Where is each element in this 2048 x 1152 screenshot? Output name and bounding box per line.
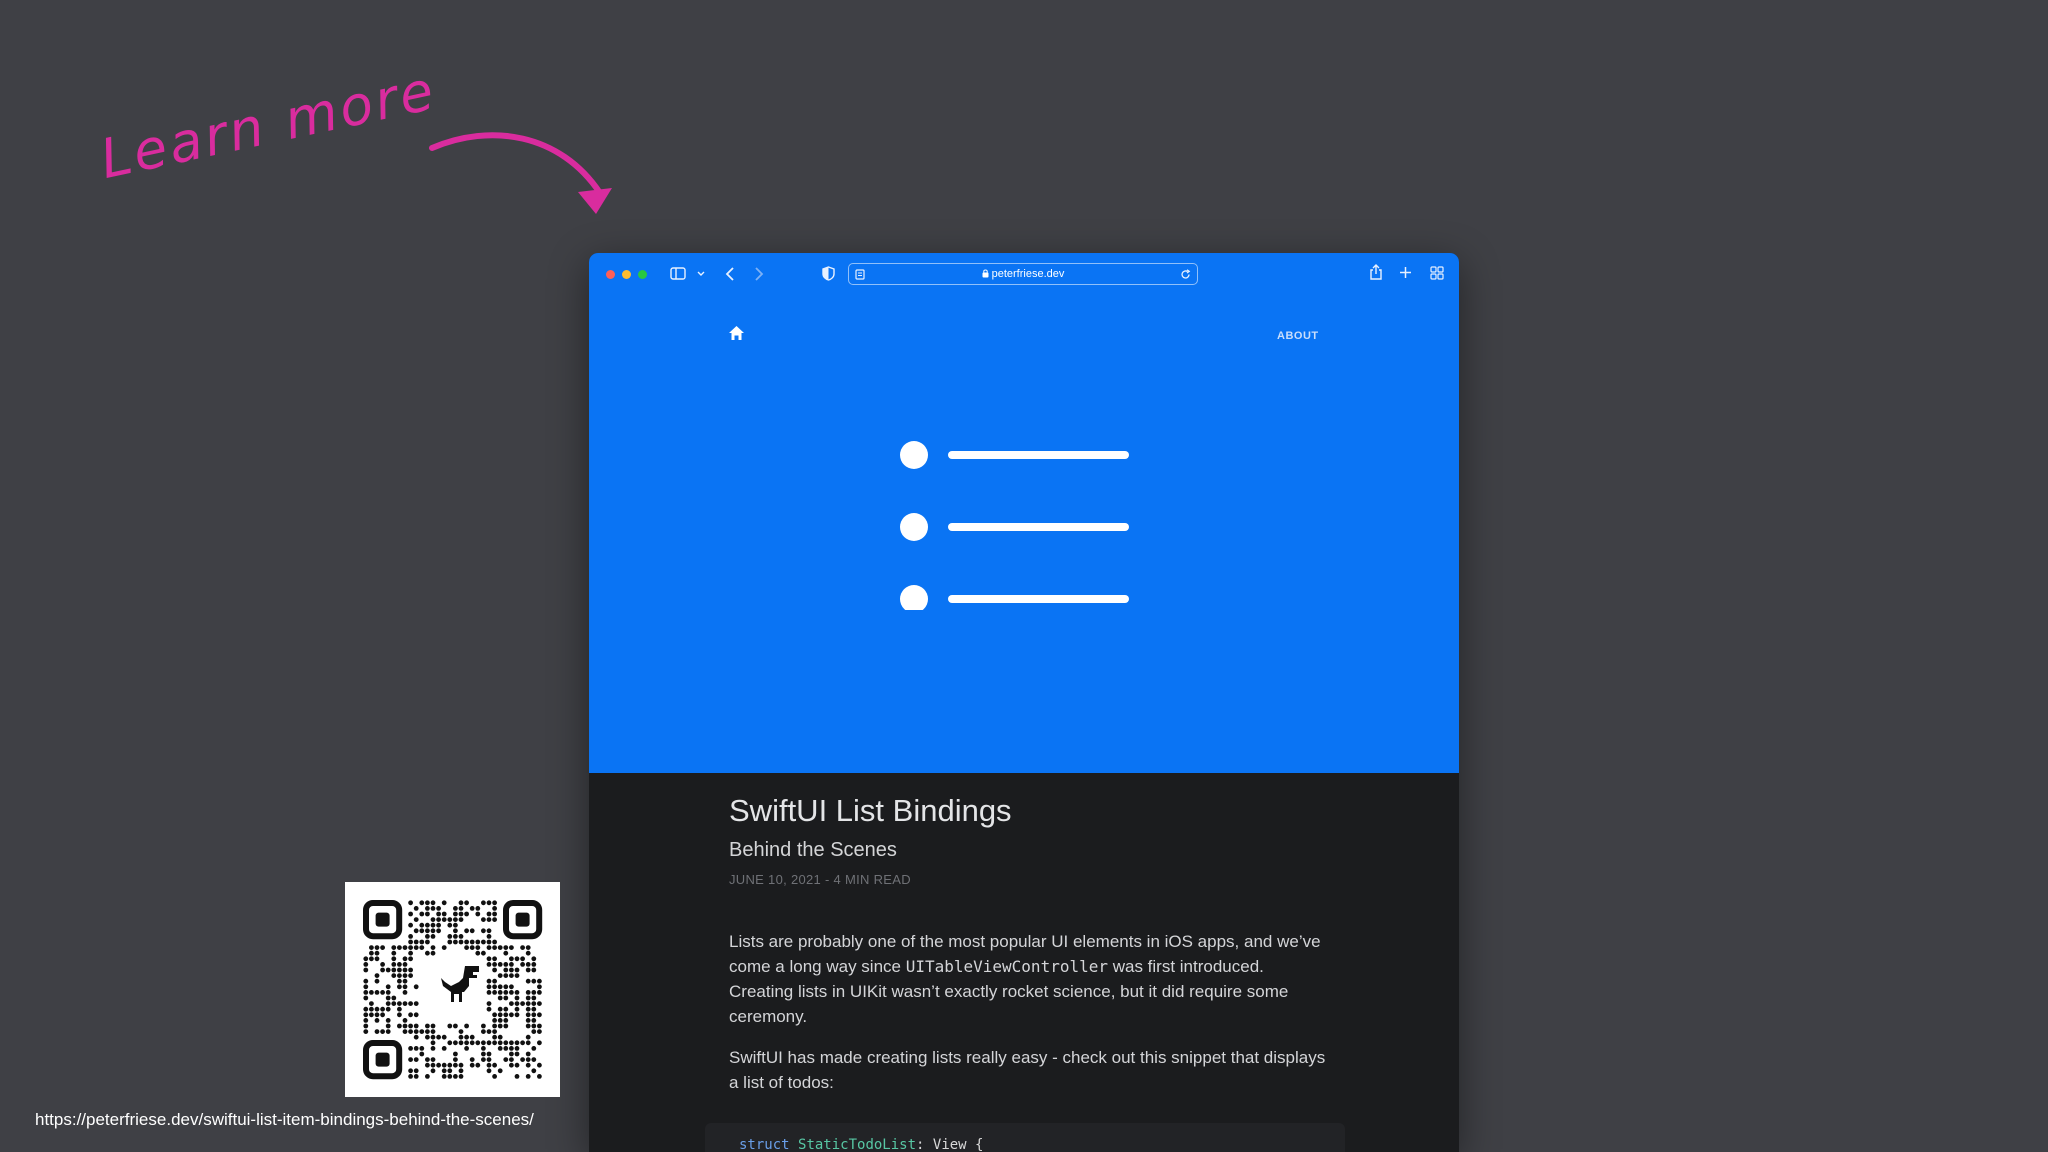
learn-more-annotation: Learn more	[94, 58, 442, 191]
back-icon[interactable]	[725, 267, 735, 281]
hero-banner: ABOUT	[589, 295, 1459, 773]
list-icon	[900, 441, 1129, 610]
chevron-down-icon[interactable]	[697, 271, 705, 277]
minimize-window-button[interactable]	[622, 270, 631, 279]
code-keyword: struct	[739, 1137, 790, 1152]
code-line: struct StaticTodoList: View {	[739, 1137, 983, 1152]
share-icon[interactable]	[1369, 264, 1383, 281]
address-url: peterfriese.dev	[991, 268, 1065, 280]
code-type: StaticTodoList	[798, 1137, 917, 1152]
article-url[interactable]: https://peterfriese.dev/swiftui-list-ite…	[35, 1110, 534, 1130]
code-rest: : View {	[916, 1137, 984, 1152]
address-bar[interactable]: peterfriese.dev	[848, 263, 1198, 285]
article-body: SwiftUI List Bindings Behind the Scenes …	[729, 793, 1329, 1095]
browser-toolbar: peterfriese.dev	[589, 253, 1459, 295]
qr-code	[345, 882, 560, 1097]
browser-window: peterfriese.dev ABOUT SwiftUI List Bindi…	[589, 253, 1459, 1152]
arrow-annotation-icon	[429, 132, 612, 214]
plus-icon[interactable]	[1399, 266, 1412, 279]
zoom-window-button[interactable]	[638, 270, 647, 279]
article-subtitle: Behind the Scenes	[729, 839, 897, 861]
forward-icon[interactable]	[754, 267, 764, 281]
article-paragraph-2: SwiftUI has made creating lists really e…	[729, 1048, 1326, 1092]
address-text-wrap: peterfriese.dev	[849, 268, 1197, 280]
home-icon[interactable]	[728, 325, 745, 341]
lock-icon	[982, 269, 989, 278]
dinosaur-icon	[441, 966, 479, 1002]
privacy-shield-icon[interactable]	[822, 266, 835, 281]
sidebar-icon[interactable]	[670, 267, 686, 280]
about-nav-link[interactable]: ABOUT	[1277, 330, 1319, 342]
inline-code: UITableViewController	[905, 957, 1108, 976]
close-window-button[interactable]	[606, 270, 615, 279]
article-paragraph-1: Lists are probably one of the most popul…	[729, 929, 1329, 1029]
tabs-grid-icon[interactable]	[1430, 266, 1444, 280]
article-title: SwiftUI List Bindings	[729, 793, 1012, 828]
code-block: struct StaticTodoList: View {	[705, 1123, 1345, 1152]
qr-code-icon	[363, 900, 543, 1080]
reload-icon[interactable]	[1180, 269, 1191, 280]
article-meta: JUNE 10, 2021 - 4 MIN READ	[729, 872, 911, 887]
